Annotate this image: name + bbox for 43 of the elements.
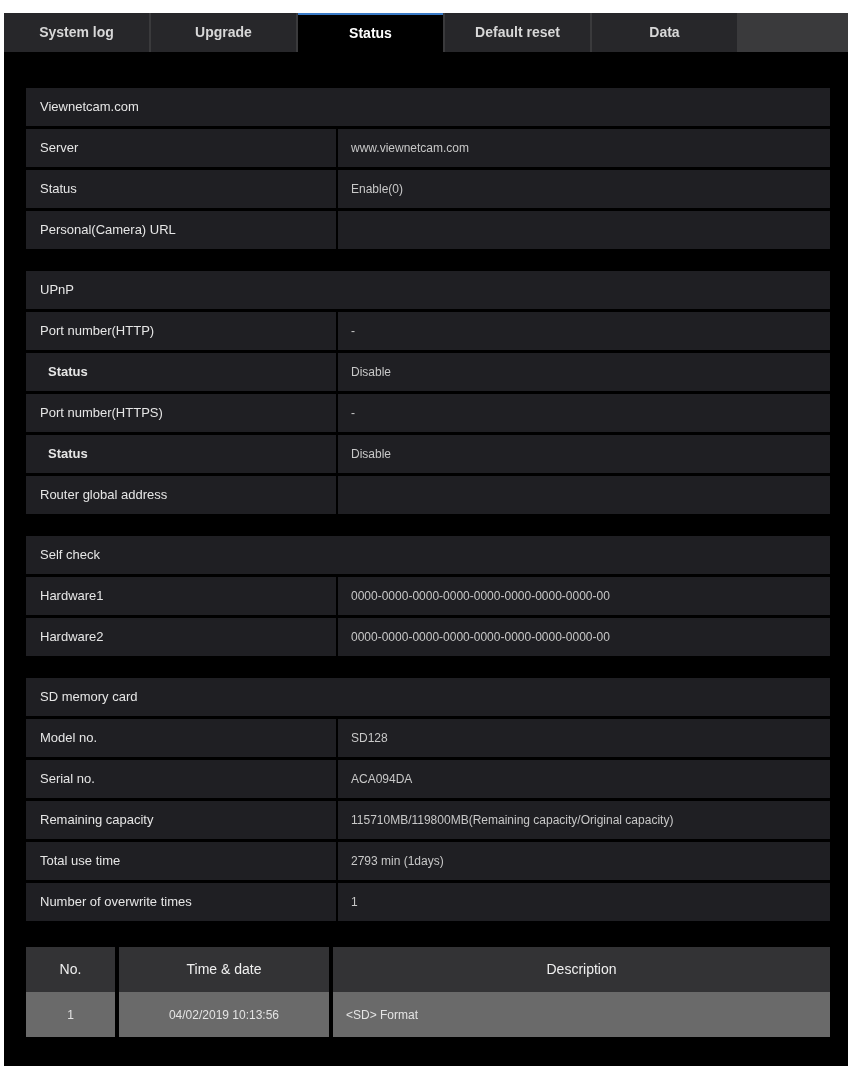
label-cell: Status <box>26 435 336 473</box>
tab[interactable]: Upgrade <box>151 13 296 52</box>
label-cell: Hardware2 <box>26 618 336 656</box>
label-cell: Number of overwrite times <box>26 883 336 921</box>
table-cell: 04/02/2019 10:13:56 <box>119 992 329 1037</box>
section-header: UPnP <box>26 271 830 309</box>
table-cell: 1 <box>26 992 115 1037</box>
label-cell: Total use time <box>26 842 336 880</box>
table-cell: <SD> Format <box>333 992 830 1037</box>
label-cell: Port number(HTTP) <box>26 312 336 350</box>
value-cell: ACA094DA <box>338 760 830 798</box>
value-cell: Disable <box>338 435 830 473</box>
value-cell: Enable(0) <box>338 170 830 208</box>
value-cell: 0000-0000-0000-0000-0000-0000-0000-0000-00 <box>338 618 830 656</box>
label-cell: Personal(Camera) URL <box>26 211 336 249</box>
value-cell: - <box>338 312 830 350</box>
section-header: SD memory card <box>26 678 830 716</box>
label-cell: Status <box>26 170 336 208</box>
label-cell: Remaining capacity <box>26 801 336 839</box>
value-cell: - <box>338 394 830 432</box>
table-header-cell: Description <box>333 947 830 992</box>
value-cell: 0000-0000-0000-0000-0000-0000-0000-0000-00 <box>338 577 830 615</box>
table-header-cell: Time & date <box>119 947 329 992</box>
value-cell: Disable <box>338 353 830 391</box>
label-cell: Model no. <box>26 719 336 757</box>
label-cell: Status <box>26 353 336 391</box>
tab[interactable]: Status <box>298 13 443 52</box>
value-cell: www.viewnetcam.com <box>338 129 830 167</box>
tab[interactable]: Data <box>592 13 737 52</box>
table-header-cell: No. <box>26 947 115 992</box>
value-cell: 115710MB/119800MB(Remaining capacity/Original capacity) <box>338 801 830 839</box>
tab[interactable]: System log <box>4 13 149 52</box>
label-cell: Server <box>26 129 336 167</box>
section-header: Self check <box>26 536 830 574</box>
label-cell: Serial no. <box>26 760 336 798</box>
value-cell: SD128 <box>338 719 830 757</box>
value-cell: 1 <box>338 883 830 921</box>
label-cell: Router global address <box>26 476 336 514</box>
section-header: Viewnetcam.com <box>26 88 830 126</box>
value-cell: 2793 min (1days) <box>338 842 830 880</box>
label-cell: Port number(HTTPS) <box>26 394 336 432</box>
tab[interactable]: Default reset <box>445 13 590 52</box>
label-cell: Hardware1 <box>26 577 336 615</box>
